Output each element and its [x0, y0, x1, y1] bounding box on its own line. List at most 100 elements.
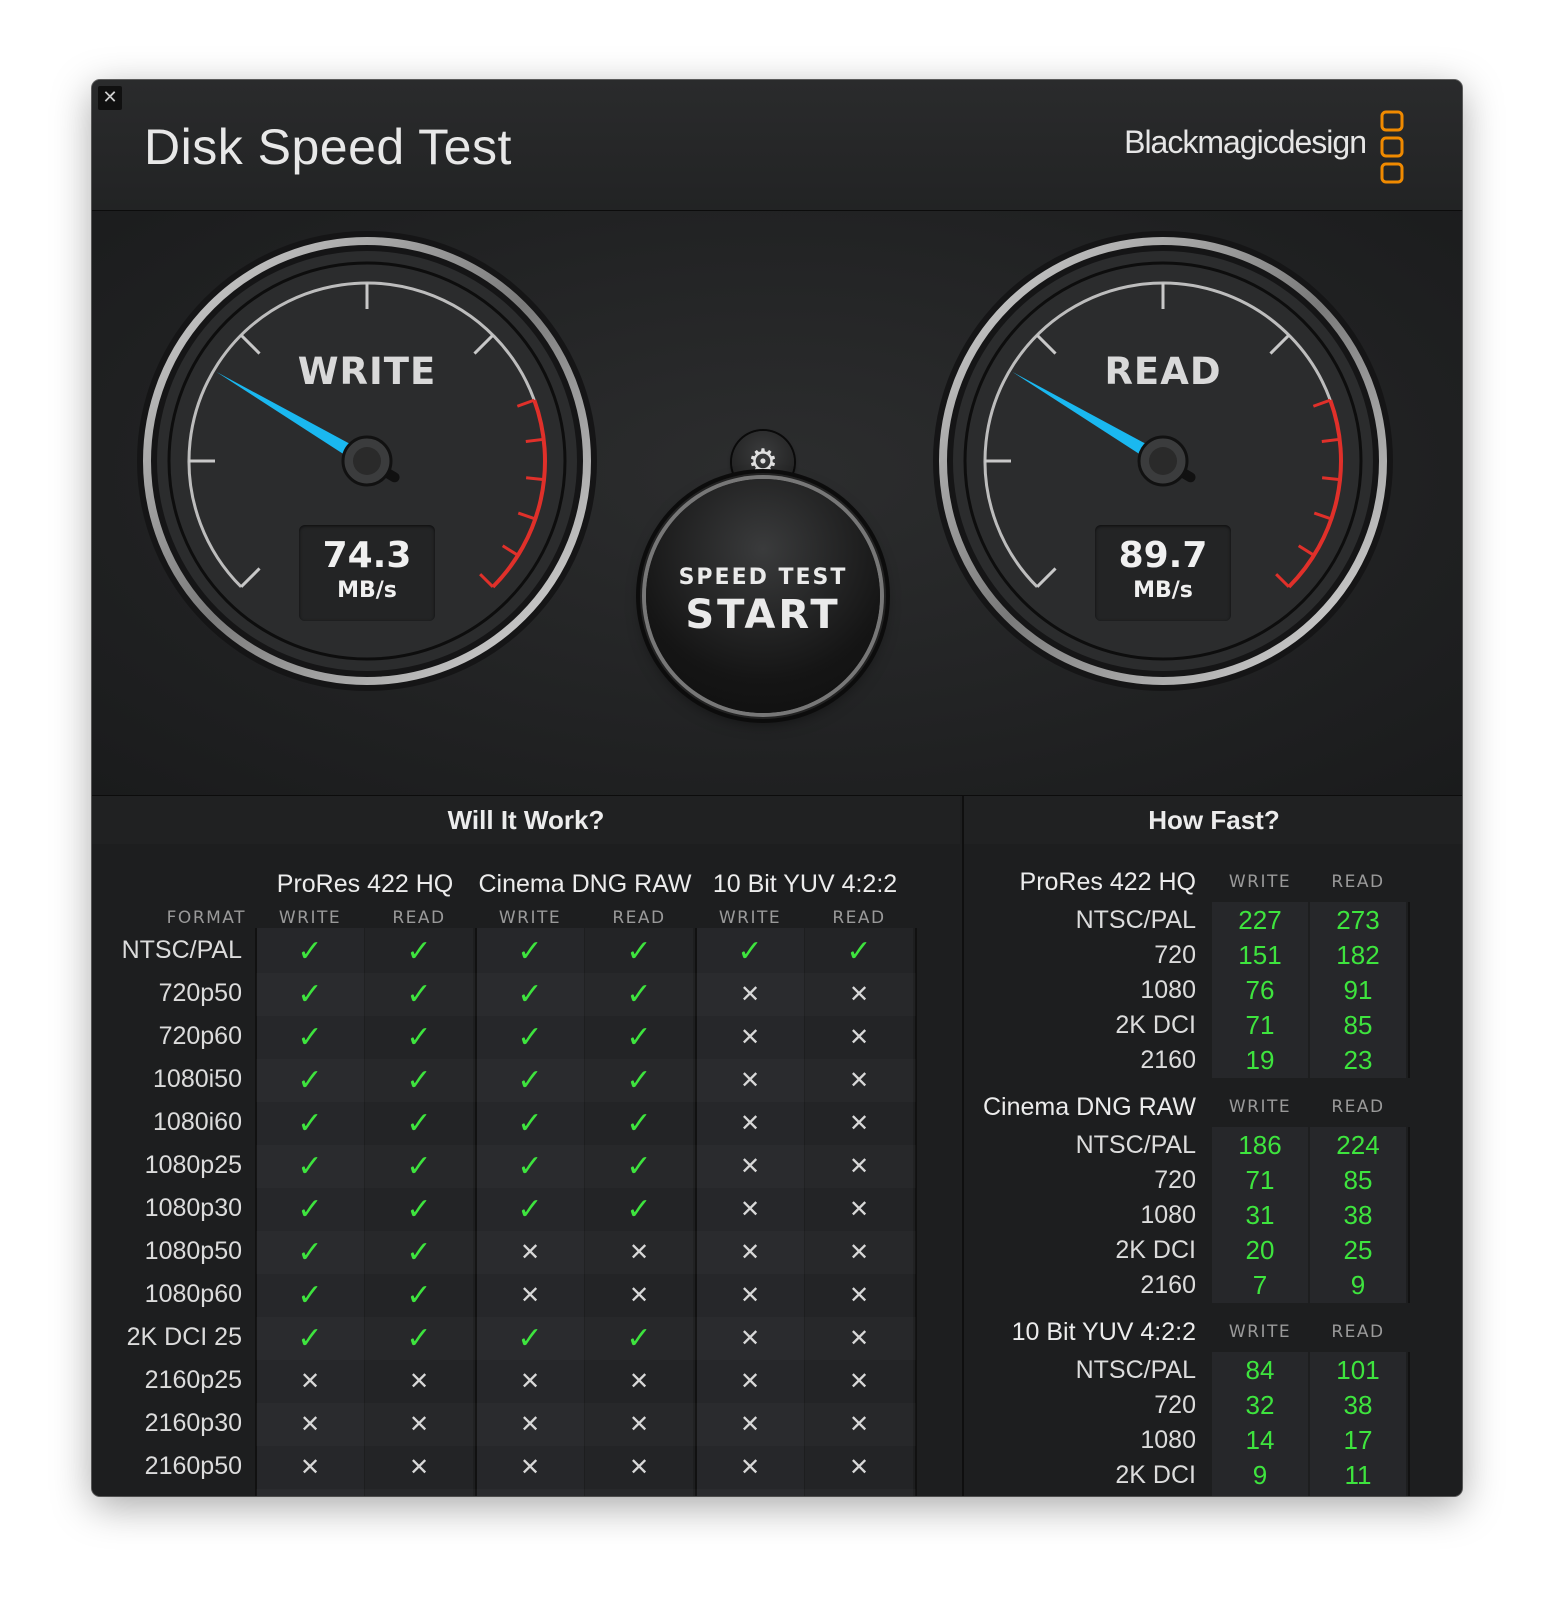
speed-row-label: 1080 [1140, 1426, 1196, 1454]
blackmagic-logo-icon [1380, 110, 1404, 184]
check-icon: ✓ [517, 1149, 543, 1184]
group-title: Cinema DNG RAW [478, 870, 692, 898]
format-label: 2160p30 [144, 1409, 242, 1437]
start-button-caption: SPEED TEST [678, 565, 848, 590]
will-it-work-panel: Will It Work? ProRes 422 HQ Cinema DNG RA… [92, 796, 960, 1496]
speed-column-divider [1408, 1127, 1410, 1303]
cross-icon: ✕ [476, 1489, 584, 1496]
speed-write-value: 186 [1238, 1130, 1282, 1160]
format-label: 1080p50 [144, 1237, 242, 1265]
cross-icon: ✕ [848, 1238, 870, 1266]
speed-write-value: 3 [1212, 1495, 1308, 1496]
gauge-red-tick [525, 476, 545, 482]
check-icon: ✓ [406, 1106, 432, 1141]
speed-write-header: WRITE [1228, 1322, 1292, 1342]
format-label: 2160p50 [144, 1452, 242, 1480]
check-icon: ✓ [297, 1106, 323, 1141]
cross-icon: ✕ [739, 1324, 761, 1352]
check-icon: ✓ [297, 1321, 323, 1356]
cross-icon: ✕ [848, 1109, 870, 1137]
gear-icon: ⚙ [747, 442, 779, 482]
speed-read-value: 17 [1343, 1425, 1373, 1455]
check-icon: ✓ [626, 934, 652, 969]
speed-row-label: NTSC/PAL [1075, 906, 1196, 934]
check-icon: ✓ [626, 1192, 652, 1227]
check-icon: ✓ [406, 1192, 432, 1227]
cross-icon: ✕ [299, 1410, 321, 1438]
speed-read-value: 9 [1350, 1270, 1366, 1300]
speed-row-label: 720 [1154, 941, 1196, 969]
check-icon: ✓ [517, 1321, 543, 1356]
format-column-header: FORMAT [166, 908, 246, 928]
column-subheader: READ [612, 908, 666, 928]
format-label: 2160p60 [145, 1495, 242, 1496]
check-icon: ✓ [517, 1020, 543, 1055]
read-gauge: READ 89.7 MB/s [928, 226, 1398, 696]
format-label: 2160p25 [144, 1366, 242, 1394]
gauge-hub-cap [1149, 447, 1177, 475]
column-subheader: READ [392, 908, 446, 928]
speed-write-value: 32 [1245, 1390, 1275, 1420]
check-icon: ✓ [626, 1063, 652, 1098]
how-fast-panel: How Fast? ProRes 422 HQ WRITE READ NTSC/PAL… [962, 796, 1462, 1496]
cross-icon: ✕ [739, 1453, 761, 1481]
check-icon: ✓ [406, 1235, 432, 1270]
speed-read-header: READ [1331, 872, 1385, 892]
cross-icon: ✕ [519, 1281, 541, 1309]
column-subheader: WRITE [278, 908, 342, 928]
speed-column-divider [1408, 1352, 1410, 1496]
check-icon: ✓ [517, 1106, 543, 1141]
write-gauge-dial [137, 231, 597, 691]
check-icon: ✓ [517, 977, 543, 1012]
read-speed-unit: MB/s [1133, 578, 1193, 603]
speed-read-value: 38 [1343, 1200, 1373, 1230]
format-label: 1080p60 [144, 1280, 242, 1308]
check-icon: ✓ [737, 934, 763, 969]
column-subheader: WRITE [498, 908, 562, 928]
speed-write-value: 71 [1245, 1165, 1275, 1195]
speed-write-value: 14 [1245, 1425, 1275, 1455]
write-gauge-label: WRITE [297, 350, 437, 393]
cross-icon: ✕ [256, 1489, 364, 1496]
how-fast-table: ProRes 422 HQ WRITE READ NTSC/PAL 227 273 720 1… [964, 796, 1462, 1496]
speed-write-value: 20 [1245, 1235, 1275, 1265]
format-label: 1080p30 [144, 1194, 242, 1222]
speed-read-value: 25 [1343, 1235, 1373, 1265]
cross-icon: ✕ [848, 1367, 870, 1395]
speed-read-value: 85 [1343, 1165, 1373, 1195]
cross-icon: ✕ [628, 1410, 650, 1438]
cross-icon: ✕ [739, 1238, 761, 1266]
speed-read-header: READ [1331, 1322, 1385, 1342]
close-button[interactable]: ✕ [98, 86, 122, 110]
cross-icon: ✕ [519, 1410, 541, 1438]
speed-row-label: NTSC/PAL [1075, 1131, 1196, 1159]
check-icon: ✓ [297, 1278, 323, 1313]
cross-icon: ✕ [696, 1489, 804, 1496]
cross-icon: ✕ [408, 1367, 430, 1395]
cross-icon: ✕ [628, 1281, 650, 1309]
speed-row-label: 2K DCI [1115, 1236, 1196, 1264]
speed-write-value: 84 [1245, 1355, 1275, 1385]
speed-row-label: 2160 [1140, 1046, 1196, 1074]
cross-icon: ✕ [628, 1238, 650, 1266]
check-icon: ✓ [297, 1063, 323, 1098]
cross-icon: ✕ [739, 1410, 761, 1438]
format-label: 1080p25 [144, 1151, 242, 1179]
start-button[interactable]: SPEED TEST START [646, 479, 880, 713]
cross-icon: ✕ [848, 1023, 870, 1051]
cross-icon: ✕ [519, 1453, 541, 1481]
cross-icon: ✕ [739, 1023, 761, 1051]
cross-icon: ✕ [628, 1367, 650, 1395]
check-icon: ✓ [297, 934, 323, 969]
format-label: 720p60 [158, 1022, 242, 1050]
cross-icon: ✕ [848, 1195, 870, 1223]
speed-section-title: 10 Bit YUV 4:2:2 [1011, 1318, 1196, 1346]
speed-row-label: NTSC/PAL [1075, 1356, 1196, 1384]
format-label: NTSC/PAL [121, 936, 242, 964]
cross-icon: ✕ [848, 1410, 870, 1438]
speed-write-value: 227 [1238, 905, 1282, 935]
speed-write-header: WRITE [1228, 1097, 1292, 1117]
check-icon: ✓ [406, 977, 432, 1012]
speed-read-header: READ [1331, 1097, 1385, 1117]
cross-icon: ✕ [739, 1066, 761, 1094]
